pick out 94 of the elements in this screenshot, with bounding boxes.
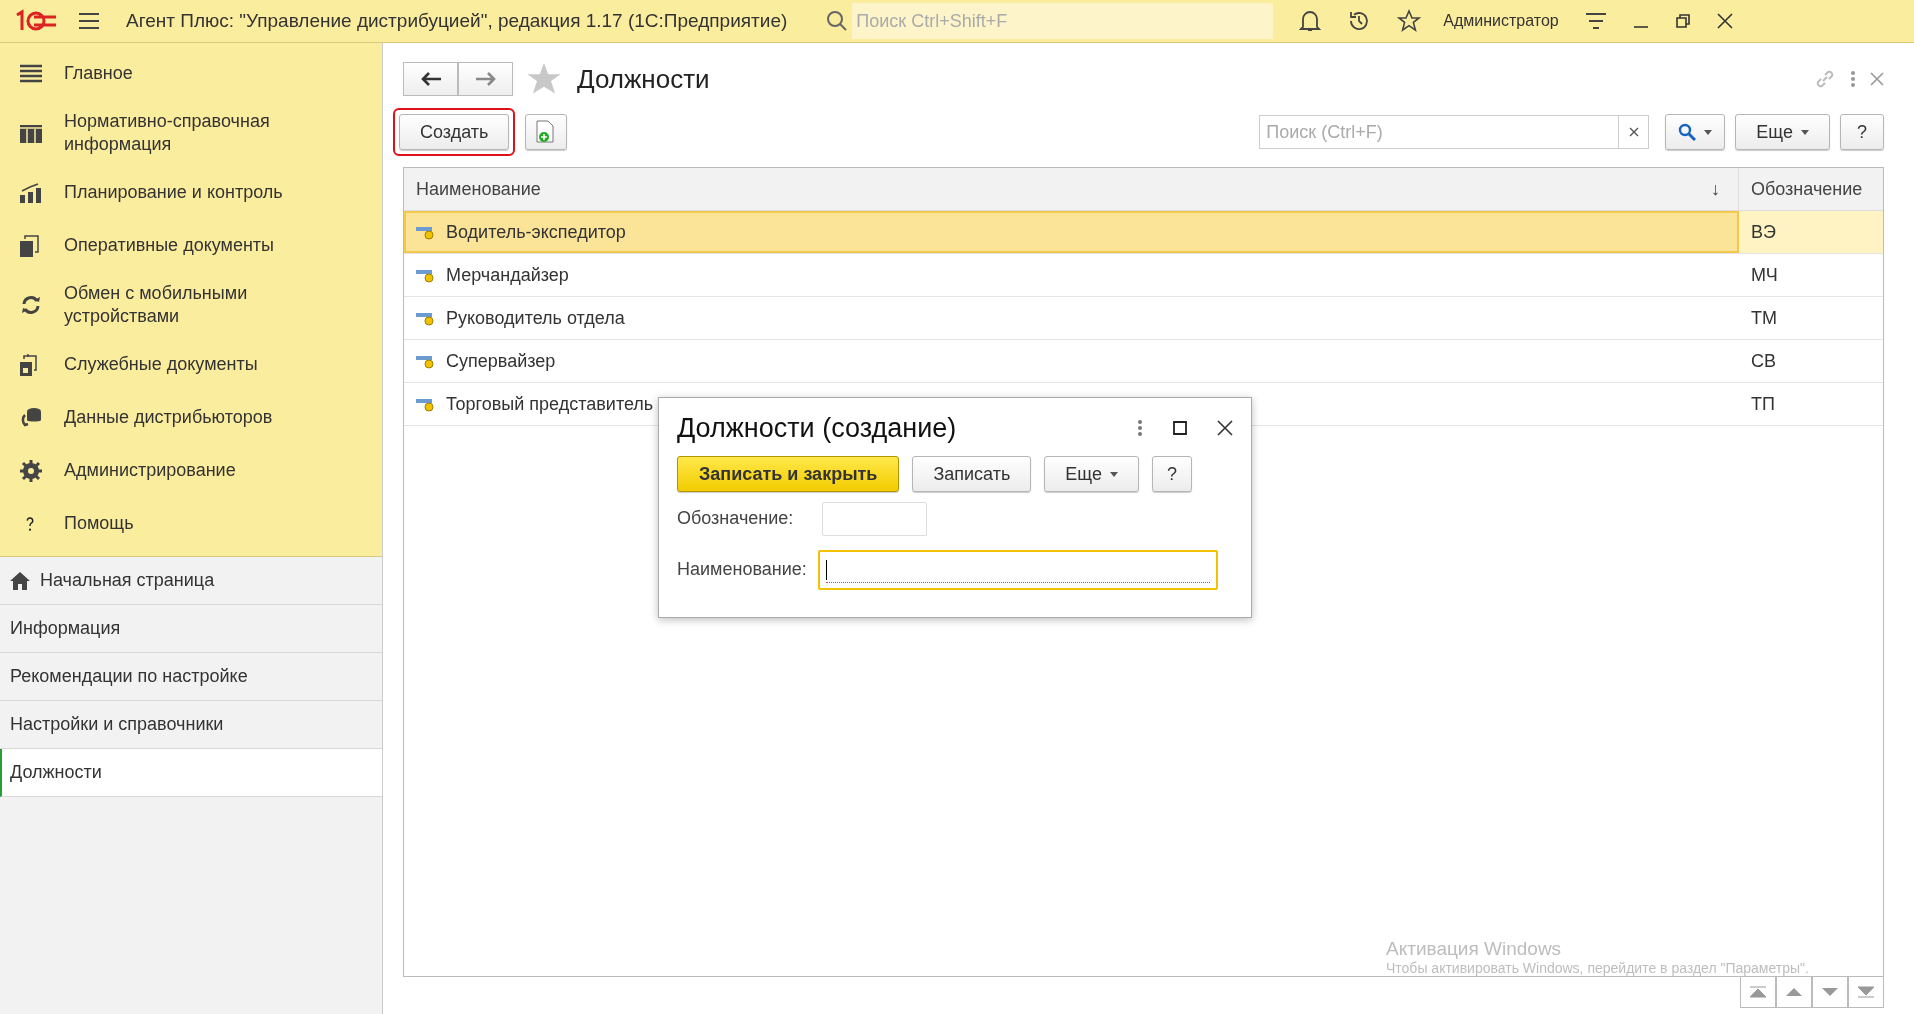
section-item[interactable]: Главное bbox=[0, 47, 382, 100]
close-icon[interactable] bbox=[1716, 13, 1733, 29]
first-icon bbox=[1750, 986, 1766, 998]
dialog-button[interactable]: ? bbox=[1151, 456, 1192, 492]
field-label: Наименование: bbox=[677, 559, 808, 580]
documents-icon bbox=[20, 353, 40, 376]
caret-icon bbox=[1109, 471, 1118, 477]
open-page-tab[interactable]: Информация bbox=[0, 605, 382, 653]
home-icon bbox=[10, 571, 30, 590]
window-title: Агент Плюс: "Управление дистрибуцией", редакция 1.17 (1С:Предприятие) bbox=[126, 10, 788, 32]
refresh-icon bbox=[20, 294, 42, 316]
section-item[interactable]: Помощь bbox=[0, 497, 382, 550]
up-icon bbox=[1786, 988, 1802, 996]
open-page-tab[interactable]: Рекомендации по настройке bbox=[0, 653, 382, 701]
help-button[interactable]: ? bbox=[1840, 114, 1884, 150]
position-icon bbox=[416, 396, 434, 412]
section-item[interactable]: Оперативные документы bbox=[0, 219, 382, 272]
add-copy-button[interactable] bbox=[525, 114, 568, 150]
table-cell-text: ТМ bbox=[1750, 306, 1778, 330]
section-item[interactable]: Нормативно-справочная информация bbox=[0, 100, 382, 166]
table-cell: Торговый представитель bbox=[446, 393, 654, 415]
right-arrow-icon bbox=[475, 72, 496, 86]
list-icon bbox=[20, 63, 42, 84]
close-icon[interactable] bbox=[1217, 420, 1233, 436]
scroll-bottom-button[interactable] bbox=[1848, 977, 1884, 1008]
input-field[interactable] bbox=[818, 549, 1218, 590]
position-icon bbox=[416, 353, 434, 369]
open-page-tab[interactable]: Должности bbox=[0, 749, 382, 797]
settings-menu-icon[interactable] bbox=[1584, 12, 1607, 30]
logo-icon bbox=[14, 9, 58, 33]
more-icon[interactable] bbox=[1137, 419, 1143, 437]
column-header[interactable]: Обозначение bbox=[1738, 168, 1883, 210]
open-page-tab[interactable]: Начальная страница bbox=[0, 557, 382, 605]
global-search-field[interactable]: Поиск Ctrl+Shift+F bbox=[852, 3, 1274, 39]
more-icon[interactable] bbox=[1850, 70, 1856, 88]
table-cell: Водитель-экспедитор bbox=[446, 221, 626, 243]
question-mark-icon bbox=[26, 516, 34, 531]
save-and-close-button[interactable]: Записать и закрыть bbox=[677, 456, 900, 492]
table-cell-text: МЧ bbox=[1750, 263, 1779, 287]
columns-icon bbox=[20, 123, 42, 143]
table-row[interactable]: Руководитель отдела ТМ bbox=[404, 297, 1883, 340]
search-icon bbox=[826, 10, 849, 32]
table-row[interactable]: Супервайзер СВ bbox=[404, 340, 1883, 383]
star-icon[interactable] bbox=[527, 63, 561, 95]
table-cell: Мерчандайзер bbox=[446, 264, 569, 286]
last-icon bbox=[1858, 986, 1874, 998]
bell-icon[interactable] bbox=[1299, 9, 1322, 33]
more-button[interactable]: Еще bbox=[1044, 456, 1139, 492]
table-cell-text: ТП bbox=[1750, 392, 1776, 416]
user-name[interactable]: Администратор bbox=[1443, 12, 1559, 30]
create-button[interactable]: Создать bbox=[399, 114, 510, 150]
table-row[interactable]: Мерчандайзер МЧ bbox=[404, 254, 1883, 297]
input-field[interactable] bbox=[822, 501, 927, 536]
scroll-top-button[interactable] bbox=[1740, 977, 1776, 1008]
caret-icon bbox=[1801, 129, 1809, 135]
star-icon[interactable] bbox=[1397, 9, 1422, 33]
maximize-icon[interactable] bbox=[1173, 421, 1187, 435]
column-header[interactable]: Наименование ↓ bbox=[404, 168, 1738, 210]
section-item[interactable]: Администрирование bbox=[0, 444, 382, 497]
field-label: Обозначение: bbox=[677, 508, 795, 529]
bar-chart-icon bbox=[20, 182, 42, 203]
sort-arrow: ↓ bbox=[1711, 178, 1720, 200]
section-item[interactable]: Планирование и контроль bbox=[0, 166, 382, 219]
search-field[interactable]: Поиск (Ctrl+F) bbox=[1259, 115, 1620, 149]
more-button[interactable]: Еще bbox=[1735, 114, 1830, 150]
database-icon bbox=[20, 406, 42, 429]
table-cell: Супервайзер bbox=[446, 350, 556, 372]
menu-icon[interactable] bbox=[78, 12, 100, 30]
clear-icon bbox=[1628, 127, 1639, 137]
position-icon bbox=[416, 224, 434, 240]
document-plus-icon bbox=[536, 120, 557, 144]
table-cell-text: СВ bbox=[1750, 349, 1777, 373]
restore-icon[interactable] bbox=[1674, 13, 1691, 29]
section-item[interactable]: Данные дистрибьюторов bbox=[0, 391, 382, 444]
gear-icon bbox=[20, 459, 42, 482]
search-button[interactable] bbox=[1665, 114, 1726, 150]
section-item[interactable]: Обмен с мобильными устройствами bbox=[0, 272, 382, 338]
activation-notice-text: Чтобы активировать Windows, перейдите в раздел "Параметры". bbox=[1386, 960, 1809, 976]
search-icon bbox=[1678, 123, 1697, 141]
caret-icon bbox=[1704, 129, 1713, 135]
table-cell: ВЭ bbox=[1739, 211, 1883, 253]
left-arrow-icon bbox=[420, 72, 441, 86]
position-icon bbox=[416, 267, 434, 283]
scroll-down-button[interactable] bbox=[1812, 977, 1848, 1008]
activation-notice-title: Активация Windows bbox=[1386, 938, 1563, 960]
documents-icon bbox=[20, 234, 40, 257]
position-icon bbox=[416, 310, 434, 326]
section-item[interactable]: Служебные документы bbox=[0, 338, 382, 391]
dialog-button[interactable]: Записать bbox=[912, 456, 1032, 492]
table-cell: Руководитель отдела bbox=[446, 307, 625, 329]
down-icon bbox=[1822, 988, 1838, 996]
form-title: Должности bbox=[577, 63, 710, 95]
scroll-up-button[interactable] bbox=[1776, 977, 1812, 1008]
back-button[interactable] bbox=[403, 62, 458, 96]
